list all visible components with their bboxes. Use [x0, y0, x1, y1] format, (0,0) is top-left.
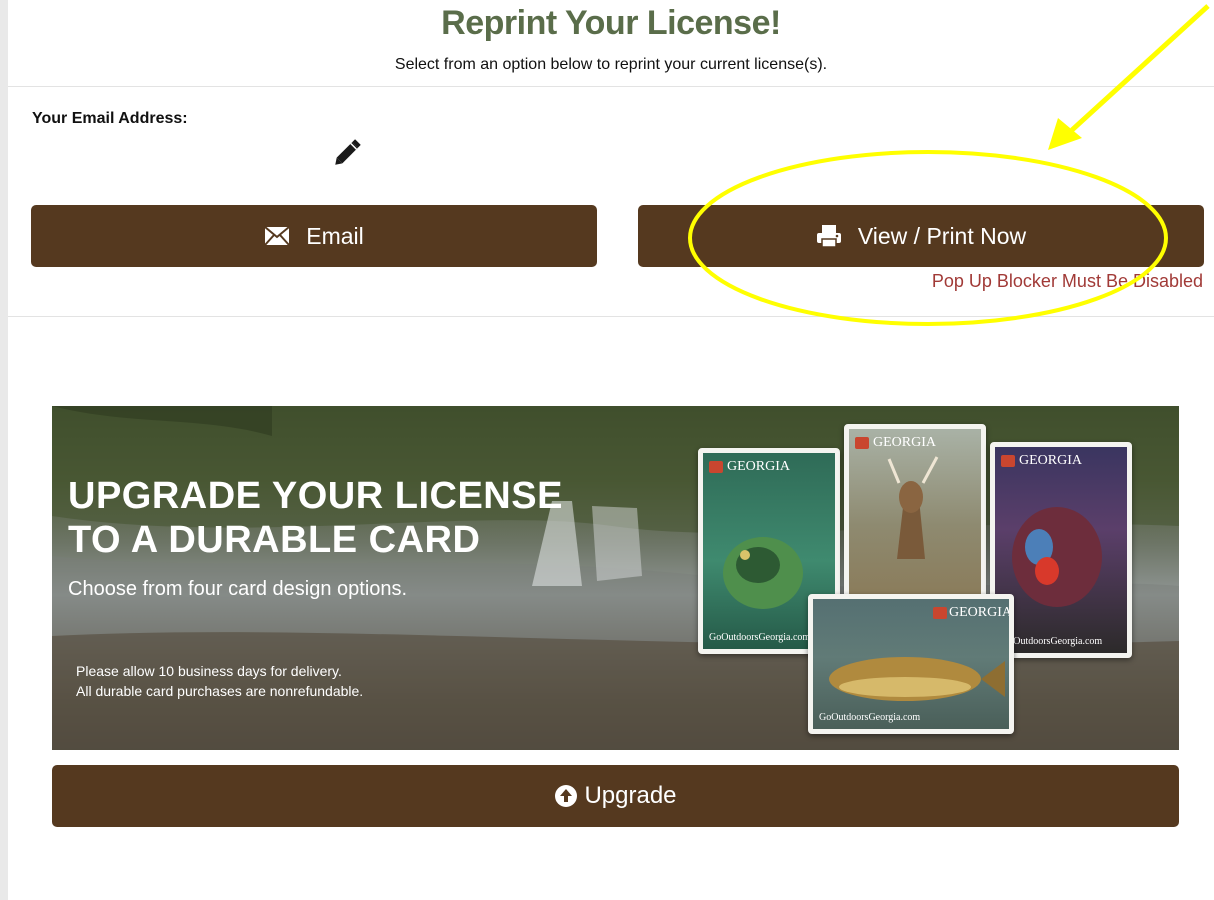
card-website: GoOutdoorsGeorgia.com — [819, 712, 921, 723]
email-button[interactable]: Email — [31, 205, 597, 267]
pencil-icon[interactable] — [330, 134, 366, 170]
trout-card: GEORGIA GoOutdoorsGeorgia.com — [808, 594, 1014, 734]
deer-card: GEORGIA — [844, 424, 986, 610]
card-website: GoOutdoorsGeorgia.com — [1001, 636, 1103, 647]
printer-icon — [816, 224, 842, 248]
page-subtitle: Select from an option below to reprint y… — [394, 56, 828, 73]
durable-card-banner: UPGRADE YOUR LICENSE TO A DURABLE CARD C… — [52, 406, 1179, 750]
banner-title-line2: TO A DURABLE CARD — [68, 519, 481, 561]
envelope-icon — [264, 226, 290, 246]
email-address-label: Your Email Address: — [32, 110, 188, 127]
deer-illustration — [887, 456, 939, 559]
page-title: Reprint Your License! — [441, 4, 781, 42]
actions-divider — [8, 316, 1214, 317]
banner-title-line1: UPGRADE YOUR LICENSE — [68, 475, 563, 517]
popup-blocker-warning: Pop Up Blocker Must Be Disabled — [931, 271, 1203, 291]
trout-illustration — [829, 657, 1005, 701]
page-header: Reprint Your License! Select from an opt… — [8, 0, 1214, 86]
arrow-up-circle-icon — [554, 784, 578, 808]
nonrefundable-note: All durable card purchases are nonrefund… — [76, 683, 364, 699]
banner-title: UPGRADE YOUR LICENSE TO A DURABLE CARD — [68, 474, 563, 562]
view-print-button-label: View / Print Now — [857, 222, 1027, 249]
email-button-label: Email — [306, 222, 364, 249]
card-website: GoOutdoorsGeorgia.com — [709, 632, 811, 643]
left-rail — [0, 0, 8, 900]
upgrade-button-label: Upgrade — [584, 782, 677, 809]
view-print-button[interactable]: View / Print Now — [638, 205, 1204, 267]
header-divider — [8, 86, 1214, 87]
delivery-note: Please allow 10 business days for delive… — [76, 663, 342, 679]
turkey-illustration — [1012, 507, 1102, 607]
upgrade-button[interactable]: Upgrade — [52, 765, 1179, 827]
annotation-arrow-head — [1048, 118, 1082, 150]
banner-subtitle: Choose from four card design options. — [68, 578, 408, 600]
